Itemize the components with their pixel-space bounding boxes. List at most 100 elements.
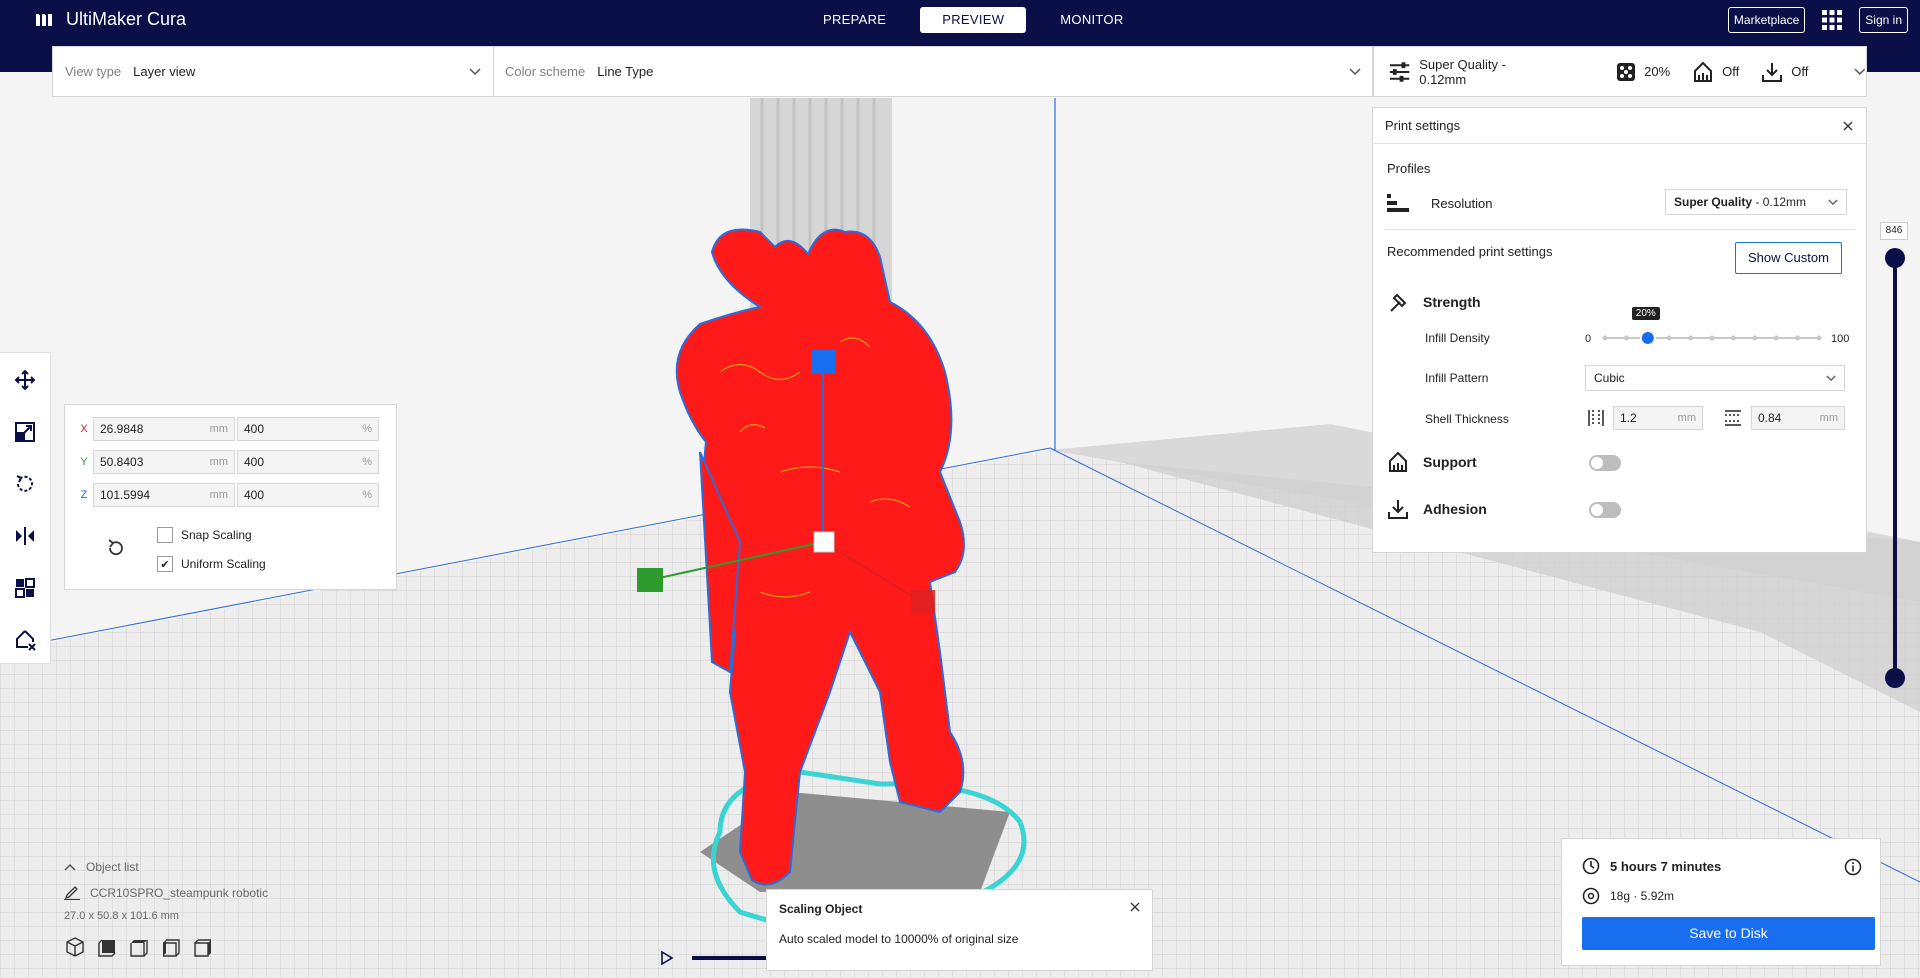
unit: mm (209, 423, 228, 435)
3d-view-icon[interactable] (64, 936, 86, 958)
slider-tick (1795, 335, 1801, 341)
scale-x-percent-input[interactable]: 400% (237, 417, 379, 441)
tab-preview[interactable]: PREVIEW (920, 7, 1027, 33)
marketplace-button[interactable]: Marketplace (1727, 7, 1806, 33)
reset-scale-icon[interactable] (105, 537, 127, 559)
layer-slider-track[interactable] (1893, 255, 1897, 679)
layer-max-label[interactable]: 846 (1880, 222, 1908, 240)
object-list-header[interactable]: Object list (64, 860, 268, 874)
chevron-down-icon[interactable] (1854, 68, 1866, 76)
adhesion-icon (1762, 62, 1783, 82)
support-toggle[interactable] (1589, 455, 1621, 471)
value: 400 (244, 422, 265, 436)
scale-y-mm-input[interactable]: 50.8403 mm (93, 450, 235, 474)
unit: mm (1677, 412, 1696, 424)
layer-upper-handle[interactable] (1885, 248, 1905, 268)
close-icon[interactable] (1130, 902, 1140, 912)
unit: mm (209, 489, 228, 501)
scale-z-percent-input[interactable]: 400% (237, 483, 379, 507)
left-view-icon[interactable] (160, 936, 182, 958)
print-settings-header: Print settings (1373, 108, 1866, 144)
sign-in-button[interactable]: Sign in (1859, 7, 1908, 33)
slider-tick (1623, 335, 1629, 341)
unit: % (362, 423, 372, 435)
axis-label-y: Y (80, 456, 88, 468)
view-type-dropdown[interactable]: View type Layer view (65, 47, 195, 96)
resolution-icon (1387, 194, 1409, 212)
support-blocker-icon (16, 630, 36, 651)
clock-icon (1582, 857, 1600, 875)
right-view-icon[interactable] (192, 936, 214, 958)
slider-tick (1709, 335, 1715, 341)
tab-monitor[interactable]: MONITOR (1038, 7, 1145, 33)
object-name: CCR10SPRO_steampunk robotic (90, 886, 269, 900)
scale-tool-panel: X 26.9848 mm 400% Y 50.8403 mm 400% Z 101.… (64, 404, 397, 590)
slider-tick (1688, 335, 1694, 341)
chevron-down-icon[interactable] (469, 68, 481, 76)
top-bottom-thickness-input[interactable]: 0.84 mm (1751, 406, 1845, 430)
save-to-disk-button[interactable]: Save to Disk (1582, 917, 1875, 950)
shell-thickness-label-row: Shell Thickness (1425, 412, 1509, 426)
scale-z-mm-input[interactable]: 101.5994 mm (93, 483, 235, 507)
infill-density-label: Infill Density (1425, 331, 1490, 345)
value: 50.8403 (100, 455, 144, 469)
scaling-notification: Scaling Object Auto scaled model to 1000… (766, 889, 1153, 971)
per-model-settings-button[interactable] (12, 575, 38, 601)
filament-spool-icon (1582, 887, 1600, 905)
slider-tick (1816, 335, 1822, 341)
adhesion-toggle[interactable] (1589, 502, 1621, 518)
top-view-icon[interactable] (128, 936, 150, 958)
object-list-item[interactable]: CCR10SPRO_steampunk robotic (64, 886, 268, 900)
move-tool-button[interactable] (12, 367, 38, 393)
scale-y-percent-input[interactable]: 400% (237, 450, 379, 474)
scale-tool-button[interactable] (12, 419, 38, 445)
view-options-bar: View type Layer view Color scheme Line T… (52, 46, 1373, 97)
transform-toolbar (0, 352, 51, 664)
scale-x-mm-input[interactable]: 26.9848 mm (93, 417, 235, 441)
tab-prepare[interactable]: PREPARE (801, 7, 908, 33)
uniform-scaling-checkbox[interactable]: ✔ Uniform Scaling (157, 556, 266, 572)
uniform-scaling-label: Uniform Scaling (181, 557, 266, 571)
infill-pattern-value: Cubic (1594, 371, 1625, 385)
slider-handle[interactable] (1639, 330, 1656, 346)
snap-scaling-checkbox[interactable]: Snap Scaling (157, 527, 252, 543)
axis-label-x: X (80, 423, 88, 435)
chevron-down-icon (1828, 199, 1838, 205)
sliders-icon (1389, 61, 1410, 82)
infill-pattern-dropdown[interactable]: Cubic (1585, 365, 1845, 391)
info-icon[interactable] (1844, 858, 1862, 876)
divider (493, 47, 494, 96)
wall-thickness-value: 1.2 (1620, 411, 1637, 425)
app-logo: UltiMaker Cura (36, 9, 186, 30)
chevron-down-icon[interactable] (1349, 68, 1361, 76)
profile-summary: Super Quality - 0.12mm (1388, 57, 1552, 87)
recommended-heading: Recommended print settings (1387, 244, 1552, 259)
resolution-dropdown[interactable]: Super Quality - 0.12mm (1665, 189, 1847, 215)
mirror-tool-button[interactable] (12, 523, 38, 549)
support-summary-text: Off (1722, 64, 1740, 79)
apps-grid-icon[interactable] (1821, 9, 1843, 31)
chevron-up-icon (64, 863, 76, 871)
rotate-tool-button[interactable] (12, 471, 38, 497)
value: 400 (244, 488, 265, 502)
color-scheme-value: Line Type (597, 64, 654, 79)
wall-thickness-input[interactable]: 1.2 mm (1613, 406, 1703, 430)
scale-icon (15, 422, 35, 442)
hammer-icon (1390, 293, 1407, 312)
support-blocker-button[interactable] (12, 627, 38, 653)
infill-tooltip: 20% (1631, 307, 1660, 320)
scale-row-z: Z 101.5994 mm 400% (75, 483, 381, 507)
layer-lower-handle[interactable] (1885, 668, 1905, 688)
infill-density-slider[interactable] (1601, 322, 1823, 352)
slider-tick (1602, 335, 1608, 341)
color-scheme-dropdown[interactable]: Color scheme Line Type (505, 47, 653, 96)
chevron-down-icon (1826, 375, 1836, 381)
close-icon[interactable] (1842, 120, 1854, 132)
print-setup-summary[interactable]: Super Quality - 0.12mm 20% Off Off (1373, 46, 1867, 97)
support-label: Support (1423, 454, 1477, 470)
show-custom-button[interactable]: Show Custom (1735, 242, 1842, 274)
slider-tick (1752, 335, 1758, 341)
front-view-icon[interactable] (96, 936, 118, 958)
app-title: UltiMaker Cura (66, 9, 187, 29)
unit: % (362, 456, 372, 468)
